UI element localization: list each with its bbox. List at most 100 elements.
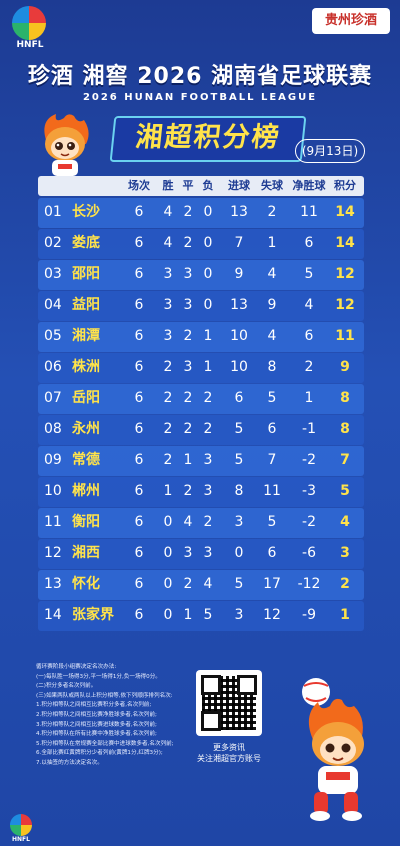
team-name-cell: 怀化 bbox=[72, 576, 100, 592]
qr-caption: 更多资讯 关注湘超官方账号 bbox=[184, 742, 274, 764]
table-row: 10 郴州 6 1 2 3 8 11 -3 5 bbox=[38, 477, 364, 507]
rank-cell: 03 bbox=[44, 266, 62, 282]
draws-cell: 1 bbox=[183, 607, 193, 623]
goals-for-cell: 5 bbox=[234, 452, 244, 468]
goal-difference-cell: 4 bbox=[304, 297, 314, 313]
points-cell: 4 bbox=[340, 514, 350, 530]
wins-cell: 2 bbox=[163, 359, 173, 375]
draws-cell: 3 bbox=[183, 359, 193, 375]
draws-cell: 2 bbox=[183, 328, 193, 344]
played-cell: 6 bbox=[134, 514, 144, 530]
draws-cell: 2 bbox=[183, 390, 193, 406]
column-header-losses: 负 bbox=[202, 179, 214, 192]
goals-for-cell: 9 bbox=[234, 266, 244, 282]
goals-for-cell: 13 bbox=[230, 297, 248, 313]
played-cell: 6 bbox=[134, 266, 144, 282]
wins-cell: 0 bbox=[163, 545, 173, 561]
rule-line: (三)如果两队或两队以上积分相等,依下列顺序排列名次: bbox=[36, 692, 173, 699]
draws-cell: 3 bbox=[183, 266, 193, 282]
column-header-played: 场次 bbox=[128, 179, 150, 192]
points-cell: 7 bbox=[340, 452, 350, 468]
goals-against-cell: 6 bbox=[267, 545, 277, 561]
column-header-goals-for: 进球 bbox=[228, 179, 250, 192]
wins-cell: 4 bbox=[163, 204, 173, 220]
poster-subtitle: 2026 HUNAN FOOTBALL LEAGUE bbox=[82, 92, 318, 103]
table-row: 13 怀化 6 0 2 4 5 17 -12 2 bbox=[38, 570, 364, 600]
played-cell: 6 bbox=[134, 607, 144, 623]
losses-cell: 2 bbox=[203, 514, 213, 530]
losses-cell: 3 bbox=[203, 452, 213, 468]
losses-cell: 0 bbox=[203, 266, 213, 282]
goals-against-cell: 4 bbox=[267, 328, 277, 344]
team-name-cell: 株洲 bbox=[72, 359, 100, 375]
goals-against-cell: 5 bbox=[267, 514, 277, 530]
goals-against-cell: 6 bbox=[267, 421, 277, 437]
rank-cell: 10 bbox=[44, 483, 62, 499]
rank-cell: 08 bbox=[44, 421, 62, 437]
goal-difference-cell: 1 bbox=[304, 390, 314, 406]
rank-cell: 12 bbox=[44, 545, 62, 561]
points-cell: 14 bbox=[335, 235, 355, 251]
rank-cell: 11 bbox=[44, 514, 62, 530]
rank-cell: 02 bbox=[44, 235, 62, 251]
table-row: 07 岳阳 6 2 2 2 6 5 1 8 bbox=[38, 384, 364, 414]
rank-cell: 07 bbox=[44, 390, 62, 406]
league-logo-text: HNFL bbox=[16, 40, 44, 50]
table-row: 09 常德 6 2 1 3 5 7 -2 7 bbox=[38, 446, 364, 476]
losses-cell: 1 bbox=[203, 328, 213, 344]
table-row: 05 湘潭 6 3 2 1 10 4 6 11 bbox=[38, 322, 364, 352]
tiebreak-rules: 循环赛阶段小组赛决定名次办法: (一)每队胜一场得3分,平一场得1分,负一场得0分… bbox=[36, 663, 186, 769]
losses-cell: 4 bbox=[203, 576, 213, 592]
goal-difference-cell: -3 bbox=[302, 483, 316, 499]
played-cell: 6 bbox=[134, 576, 144, 592]
goal-difference-cell: -1 bbox=[302, 421, 316, 437]
rule-line: (二)积分多者名次列前。 bbox=[36, 683, 97, 690]
goals-for-cell: 6 bbox=[234, 390, 244, 406]
losses-cell: 0 bbox=[203, 297, 213, 313]
rank-cell: 13 bbox=[44, 576, 62, 592]
goals-against-cell: 2 bbox=[267, 204, 277, 220]
losses-cell: 0 bbox=[203, 235, 213, 251]
wins-cell: 2 bbox=[163, 452, 173, 468]
draws-cell: 2 bbox=[183, 235, 193, 251]
wins-cell: 0 bbox=[163, 576, 173, 592]
goal-difference-cell: -2 bbox=[302, 452, 316, 468]
mascot-kicking-icon bbox=[302, 678, 364, 821]
qr-code[interactable] bbox=[196, 670, 262, 736]
standings-table: 01 长沙 6 4 2 0 13 2 11 14 02 娄底 6 4 2 0 7 1 6 14 03 邵阳 6 3 3 0 9 4 5 1… bbox=[38, 198, 364, 632]
wins-cell: 0 bbox=[163, 514, 173, 530]
points-cell: 8 bbox=[340, 421, 350, 437]
goals-for-cell: 13 bbox=[230, 204, 248, 220]
goal-difference-cell: -12 bbox=[297, 576, 321, 592]
table-row: 14 张家界 6 0 1 5 3 12 -9 1 bbox=[38, 601, 364, 631]
wins-cell: 2 bbox=[163, 390, 173, 406]
league-poster: HNFL 贵州珍酒 珍酒 湘窖 2026 湖南省足球联赛 2026 HUNAN … bbox=[0, 0, 400, 846]
draws-cell: 3 bbox=[183, 545, 193, 561]
table-row: 04 益阳 6 3 3 0 13 9 4 12 bbox=[38, 291, 364, 321]
goals-for-cell: 5 bbox=[234, 421, 244, 437]
draws-cell: 2 bbox=[183, 204, 193, 220]
table-row: 03 邵阳 6 3 3 0 9 4 5 12 bbox=[38, 260, 364, 290]
rank-cell: 06 bbox=[44, 359, 62, 375]
footer-logo-text: HNFL bbox=[12, 836, 30, 843]
losses-cell: 1 bbox=[203, 359, 213, 375]
goal-difference-cell: 6 bbox=[304, 328, 314, 344]
table-row: 11 衡阳 6 0 4 2 3 5 -2 4 bbox=[38, 508, 364, 538]
column-header-points: 积分 bbox=[334, 179, 356, 192]
rule-line: 2.积分相等队之间相互比赛净胜球多者,名次列前; bbox=[36, 711, 157, 718]
played-cell: 6 bbox=[134, 204, 144, 220]
goals-against-cell: 4 bbox=[267, 266, 277, 282]
goal-difference-cell: 5 bbox=[304, 266, 314, 282]
date-badge: (9月13日) bbox=[295, 139, 365, 163]
goals-against-cell: 12 bbox=[263, 607, 281, 623]
points-cell: 8 bbox=[340, 390, 350, 406]
team-name-cell: 岳阳 bbox=[72, 390, 100, 406]
rule-line: 1.积分相等队之间相互比赛积分多者,名次列前; bbox=[36, 702, 152, 709]
draws-cell: 1 bbox=[183, 452, 193, 468]
played-cell: 6 bbox=[134, 545, 144, 561]
points-cell: 12 bbox=[335, 266, 355, 282]
rank-cell: 04 bbox=[44, 297, 62, 313]
goals-for-cell: 10 bbox=[230, 328, 248, 344]
rule-line: 3.积分相等队之间相互比赛进球数多者,名次列前; bbox=[36, 721, 157, 728]
goal-difference-cell: -6 bbox=[302, 545, 316, 561]
